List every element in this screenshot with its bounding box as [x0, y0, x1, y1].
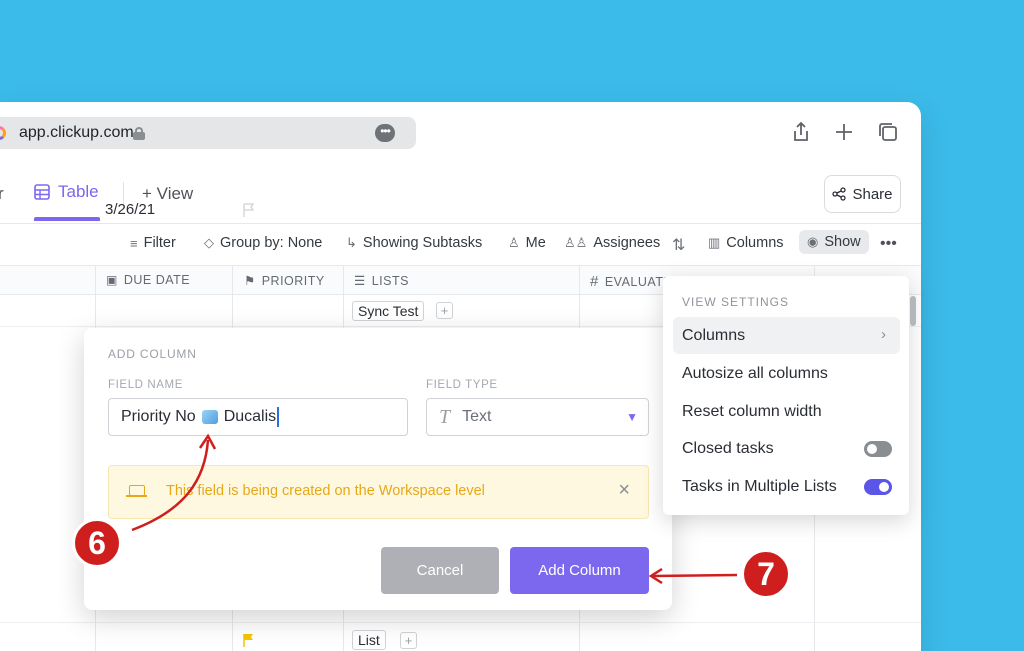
filter-button[interactable]: ≡ Filter — [130, 235, 176, 251]
menu-item-label: Tasks in Multiple Lists — [682, 477, 837, 495]
menu-item-label: Autosize all columns — [682, 364, 828, 382]
view-settings-title: VIEW SETTINGS — [682, 295, 790, 309]
share-label: Share — [852, 185, 893, 203]
tab-partial[interactable]: r — [0, 184, 4, 204]
field-name-suffix: Ducalis — [223, 408, 277, 425]
new-tab-icon[interactable] — [832, 120, 856, 144]
me-label: Me — [525, 235, 546, 251]
assignees-label: Assignees — [593, 235, 661, 251]
dialog-title: ADD COLUMN — [108, 347, 197, 361]
sort-icon: ⇅ — [672, 237, 686, 254]
menu-item-reset-width[interactable]: Reset column width — [673, 393, 900, 430]
field-name-input[interactable]: Priority No Ducalis — [108, 398, 408, 436]
add-view-label: View — [156, 184, 194, 203]
menu-item-multiple-lists[interactable]: Tasks in Multiple Lists — [673, 468, 900, 505]
field-name-label: FIELD NAME — [108, 379, 184, 391]
hash-icon: # — [590, 273, 599, 290]
column-header-evaluation[interactable]: # EVALUATI — [590, 273, 667, 290]
step-7-badge: 7 — [741, 549, 791, 599]
url-text: app.clickup.com — [19, 124, 134, 141]
evaluation-label: EVALUATI — [604, 274, 668, 289]
add-column-button[interactable]: Add Column — [510, 547, 649, 594]
emoji-icon — [201, 410, 218, 424]
due-date-label: DUE DATE — [123, 273, 191, 287]
sort-button[interactable]: ⇅ — [672, 235, 685, 255]
clickup-favicon-icon — [0, 125, 10, 141]
address-bar[interactable]: app.clickup.com ••• — [0, 117, 416, 149]
field-type-select[interactable]: T Text ▼ — [426, 398, 649, 436]
table-icon — [34, 184, 50, 200]
add-column-dialog: ADD COLUMN FIELD NAME FIELD TYPE Priorit… — [84, 328, 672, 610]
filter-icon: ≡ — [130, 235, 138, 251]
column-header-lists[interactable]: ☰ LISTS — [354, 273, 409, 289]
warning-text: This field is being created on the Works… — [166, 483, 485, 499]
share-icon — [832, 187, 847, 201]
columns-label: Columns — [726, 235, 784, 251]
laptop-icon — [126, 485, 147, 497]
filter-label: Filter — [143, 235, 176, 251]
close-icon[interactable]: × — [618, 479, 630, 502]
due-date-cell[interactable]: 3/26/21 — [105, 201, 155, 218]
assignees-button[interactable]: ♙♙ Assignees — [564, 235, 660, 251]
table-toolbar: ≡ Filter ◇ Group by: None ↳ Showing Subtask… — [0, 225, 921, 265]
tabs-overview-icon[interactable] — [876, 120, 900, 144]
layers-icon: ◇ — [204, 235, 214, 250]
active-tab-indicator — [34, 217, 100, 221]
row-divider — [0, 622, 921, 623]
subtasks-label: Showing Subtasks — [362, 235, 483, 251]
share-button[interactable]: Share — [824, 175, 901, 213]
list-tag[interactable]: Sync Test — [352, 301, 425, 321]
group-by-button[interactable]: ◇ Group by: None — [204, 235, 322, 251]
user-icon: ♙ — [508, 235, 520, 250]
field-type-value: Text — [462, 408, 492, 425]
column-header-priority[interactable]: ⚑ PRIORITY — [244, 273, 325, 289]
scrollbar[interactable] — [910, 296, 916, 326]
workspace-warning: This field is being created on the Works… — [108, 465, 649, 519]
tab-table-label: Table — [58, 182, 99, 201]
lock-icon — [133, 127, 145, 140]
chevron-right-icon: › — [881, 326, 886, 343]
subtasks-icon: ↳ — [346, 235, 357, 250]
lists-label: LISTS — [371, 273, 409, 288]
closed-tasks-toggle[interactable] — [864, 441, 892, 457]
menu-item-autosize[interactable]: Autosize all columns — [673, 355, 900, 392]
view-settings-menu: VIEW SETTINGS Columns › Autosize all col… — [663, 276, 909, 515]
columns-icon: ▥ — [708, 235, 721, 250]
flag-icon[interactable] — [243, 203, 255, 217]
text-cursor — [277, 407, 280, 427]
field-name-prefix: Priority No — [121, 408, 196, 425]
priority-label: PRIORITY — [261, 273, 325, 288]
show-label: Show — [824, 234, 861, 250]
menu-item-columns[interactable]: Columns › — [673, 317, 900, 354]
group-by-label: Group by: None — [220, 235, 323, 251]
add-list-icon[interactable]: + — [400, 632, 417, 649]
chevron-down-icon: ▼ — [626, 410, 638, 424]
list-icon: ☰ — [354, 274, 366, 288]
users-icon: ♙♙ — [564, 235, 588, 250]
subtasks-button[interactable]: ↳ Showing Subtasks — [346, 235, 482, 251]
share-browser-icon[interactable] — [789, 120, 813, 144]
list-tag[interactable]: List — [352, 630, 386, 650]
show-button[interactable]: ◉ Show — [799, 230, 869, 254]
text-type-icon: T — [439, 405, 451, 428]
cancel-button[interactable]: Cancel — [381, 547, 499, 594]
step-6-badge: 6 — [72, 518, 122, 568]
field-type-label: FIELD TYPE — [426, 379, 498, 391]
calendar-icon: ▣ — [106, 273, 118, 287]
column-header-due-date[interactable]: ▣ DUE DATE — [106, 273, 190, 287]
menu-item-closed-tasks[interactable]: Closed tasks — [673, 430, 900, 467]
eye-icon: ◉ — [807, 234, 819, 249]
more-options-icon[interactable]: ••• — [375, 124, 395, 142]
menu-item-label: Reset column width — [682, 402, 822, 420]
add-list-icon[interactable]: + — [436, 302, 453, 319]
multiple-lists-toggle[interactable] — [864, 479, 892, 495]
columns-button[interactable]: ▥ Columns — [708, 235, 784, 251]
tab-table[interactable]: Table — [34, 182, 99, 202]
menu-item-label: Closed tasks — [682, 439, 774, 457]
menu-item-label: Columns — [682, 326, 746, 344]
more-icon[interactable]: ••• — [880, 235, 897, 253]
flag-icon[interactable] — [243, 633, 255, 647]
me-button[interactable]: ♙ Me — [508, 235, 546, 251]
flag-icon: ⚑ — [244, 274, 256, 288]
